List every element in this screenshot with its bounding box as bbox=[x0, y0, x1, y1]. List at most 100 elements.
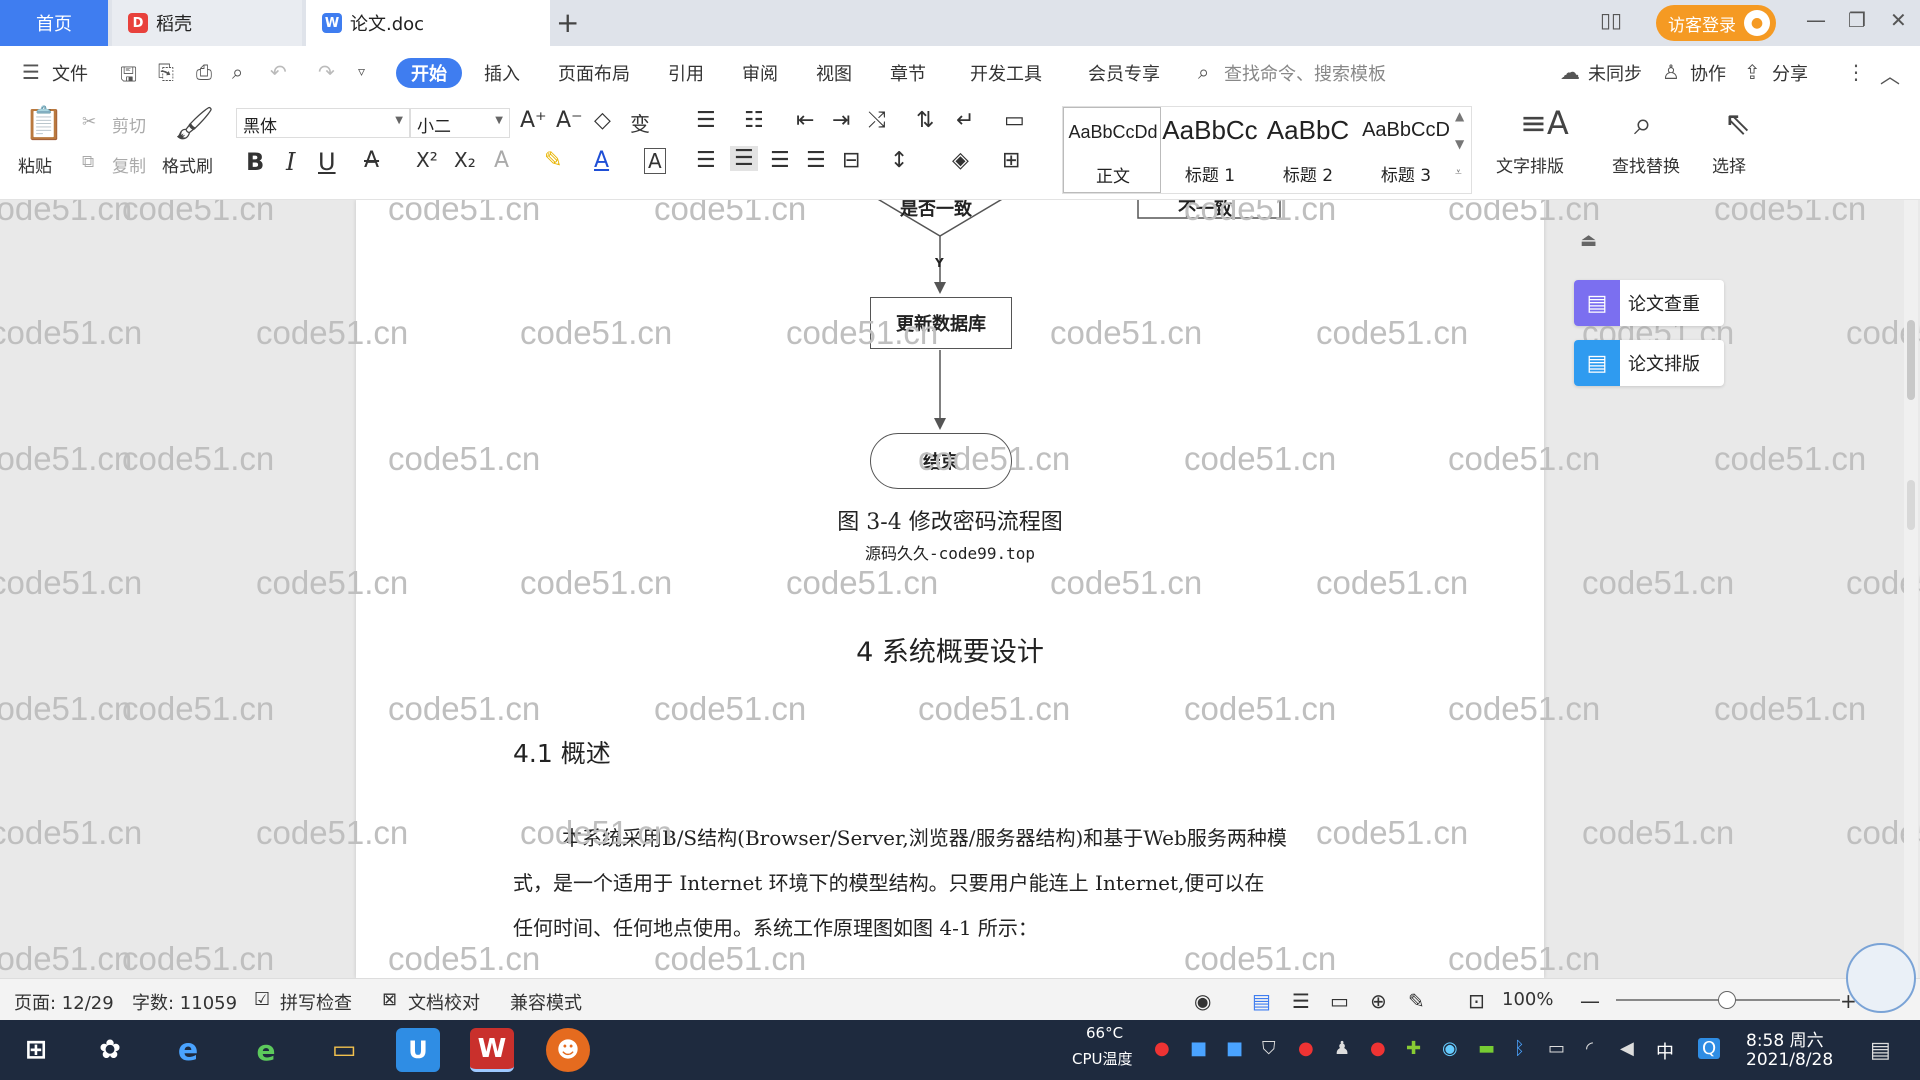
text-effect-icon[interactable]: A bbox=[494, 148, 509, 173]
scrollbar-thumb[interactable] bbox=[1907, 320, 1915, 400]
tray-app-icon[interactable]: ■ bbox=[1190, 1038, 1207, 1059]
font-size-select[interactable]: 小二 ▼ bbox=[410, 108, 510, 138]
align-center-icon[interactable]: ☰ bbox=[730, 146, 758, 171]
web-view-icon[interactable]: ⊕ bbox=[1370, 989, 1387, 1013]
menu-references[interactable]: 引用 bbox=[668, 60, 704, 86]
qq-icon[interactable]: ♟ bbox=[1334, 1038, 1350, 1059]
collapse-ribbon-icon[interactable]: ︿ bbox=[1880, 60, 1900, 89]
tray-app-icon[interactable]: ◉ bbox=[1442, 1038, 1458, 1059]
eye-protection-icon[interactable]: ◉ bbox=[1194, 989, 1211, 1013]
phonetic-icon[interactable]: 变 bbox=[630, 108, 650, 137]
zoom-slider[interactable] bbox=[1616, 991, 1840, 1009]
paper-check-button[interactable]: ▤ 论文查重 bbox=[1574, 280, 1724, 326]
save-icon[interactable]: 🖫 bbox=[120, 60, 137, 94]
style-normal[interactable]: AaBbCcDd 正文 bbox=[1063, 107, 1161, 193]
file-explorer-icon[interactable]: ▭ bbox=[322, 1028, 366, 1072]
menu-member[interactable]: 会员专享 bbox=[1088, 60, 1160, 86]
menu-insert[interactable]: 插入 bbox=[484, 60, 520, 86]
select-button[interactable]: 选择 bbox=[1712, 152, 1746, 177]
menu-file[interactable]: 文件 bbox=[52, 60, 88, 86]
superscript-icon[interactable]: X² bbox=[416, 148, 438, 172]
bold-icon[interactable]: B bbox=[246, 148, 264, 176]
wifi-icon[interactable]: ◜ bbox=[1586, 1038, 1593, 1059]
fit-page-icon[interactable]: ⊡ bbox=[1468, 989, 1485, 1013]
add-tab-icon[interactable]: + bbox=[556, 6, 579, 39]
decrease-indent-icon[interactable]: ⇤ bbox=[796, 108, 814, 133]
ie-browser-icon[interactable]: e bbox=[166, 1028, 210, 1072]
restore-icon[interactable]: ❐ bbox=[1848, 8, 1866, 32]
line-break-icon[interactable]: ↵ bbox=[956, 108, 974, 133]
search-app-icon[interactable]: Q bbox=[1698, 1038, 1721, 1059]
document-page[interactable]: 是否一致 不一致 Y 更新数据库 结束 图 3-4 修改密码流程图 源码久久-c… bbox=[356, 200, 1544, 978]
menu-page-layout[interactable]: 页面布局 bbox=[558, 60, 630, 86]
assistant-avatar[interactable] bbox=[1846, 943, 1916, 1013]
ruler-icon[interactable]: ▭ bbox=[1004, 108, 1025, 133]
text-layout-icon[interactable]: ≡A bbox=[1520, 104, 1569, 142]
underline-icon[interactable]: U bbox=[318, 148, 336, 176]
sort-icon[interactable]: ⇅ bbox=[916, 108, 934, 133]
layout-toggle-icon[interactable]: ▯▯ bbox=[1600, 8, 1622, 32]
zoom-slider-thumb[interactable] bbox=[1718, 991, 1736, 1009]
panel-collapse-icon[interactable]: ⏏ bbox=[1580, 230, 1597, 251]
strikethrough-icon[interactable]: A bbox=[364, 148, 379, 173]
find-replace-button[interactable]: 查找替换 bbox=[1612, 152, 1680, 177]
preview-icon[interactable]: ⌕ bbox=[232, 60, 243, 84]
font-color-icon[interactable]: A bbox=[594, 148, 609, 173]
line-spacing-icon[interactable]: ↕ bbox=[890, 148, 908, 173]
tab-home[interactable]: 首页 bbox=[0, 0, 108, 46]
gallery-up-icon[interactable]: ▲ bbox=[1455, 109, 1464, 123]
more-icon[interactable]: ⋮ bbox=[1846, 60, 1866, 84]
style-heading-2[interactable]: AaBbC 标题 2 bbox=[1259, 107, 1357, 193]
bluetooth-icon[interactable]: ᛒ bbox=[1514, 1038, 1525, 1059]
zoom-level[interactable]: 100% bbox=[1502, 989, 1553, 1010]
cut-button[interactable]: 剪切 bbox=[112, 112, 146, 137]
copy-button[interactable]: 复制 bbox=[112, 152, 146, 177]
outline-view-icon[interactable]: ☰ bbox=[1292, 989, 1310, 1013]
notification-icon[interactable]: ▤ bbox=[1870, 1038, 1891, 1063]
gallery-down-icon[interactable]: ▼ bbox=[1455, 137, 1464, 151]
char-border-icon[interactable]: A bbox=[644, 148, 666, 174]
nvidia-icon[interactable]: ▬ bbox=[1478, 1038, 1495, 1059]
paper-layout-button[interactable]: ▤ 论文排版 bbox=[1574, 340, 1724, 386]
subscript-icon[interactable]: X₂ bbox=[454, 148, 476, 172]
quick-access-dropdown-icon[interactable]: ▿ bbox=[358, 64, 365, 80]
paste-icon[interactable]: 📋 bbox=[24, 104, 64, 142]
reading-view-icon[interactable]: ▭ bbox=[1330, 989, 1349, 1013]
battery-icon[interactable]: ▭ bbox=[1548, 1038, 1565, 1059]
format-painter-button[interactable]: 格式刷 bbox=[162, 152, 213, 177]
menu-review[interactable]: 审阅 bbox=[742, 60, 778, 86]
undo-icon[interactable]: ↶ bbox=[270, 60, 287, 84]
menu-chapter[interactable]: 章节 bbox=[890, 60, 926, 86]
align-right-icon[interactable]: ☰ bbox=[770, 148, 790, 173]
tab-document[interactable]: W 论文.doc bbox=[306, 0, 550, 46]
close-icon[interactable]: ✕ bbox=[1890, 8, 1907, 32]
font-name-select[interactable]: 黑体 ▼ bbox=[236, 108, 410, 138]
shrink-font-icon[interactable]: A⁻ bbox=[556, 108, 583, 133]
style-heading-3[interactable]: AaBbCcD 标题 3 bbox=[1357, 107, 1455, 193]
redo-icon[interactable]: ↷ bbox=[318, 60, 335, 84]
tray-app-icon[interactable]: ■ bbox=[1226, 1038, 1243, 1059]
menu-dev-tools[interactable]: 开发工具 bbox=[970, 60, 1042, 86]
tray-app-icon[interactable]: ● bbox=[1298, 1038, 1314, 1059]
style-heading-1[interactable]: AaBbCc 标题 1 bbox=[1161, 107, 1259, 193]
command-search-input[interactable]: 查找命令、搜索模板 bbox=[1224, 60, 1386, 86]
print-icon[interactable]: ⎙ bbox=[196, 60, 212, 84]
borders-icon[interactable]: ⊞ bbox=[1002, 148, 1020, 173]
shading-icon[interactable]: ◈ bbox=[952, 148, 969, 173]
pen-icon[interactable]: ✎ bbox=[1408, 989, 1425, 1013]
text-direction-icon[interactable]: ⤭ bbox=[868, 108, 886, 133]
browser-360-icon[interactable]: e bbox=[244, 1028, 288, 1072]
increase-indent-icon[interactable]: ⇥ bbox=[832, 108, 850, 133]
align-left-icon[interactable]: ☰ bbox=[696, 148, 716, 173]
select-cursor-icon[interactable]: ⇖ bbox=[1724, 104, 1751, 142]
menu-view[interactable]: 视图 bbox=[816, 60, 852, 86]
minimize-icon[interactable]: — bbox=[1806, 8, 1826, 32]
word-count[interactable]: 字数: 11059 bbox=[132, 989, 237, 1015]
tray-app-icon[interactable]: ✚ bbox=[1406, 1038, 1421, 1059]
menu-home[interactable]: 开始 bbox=[396, 58, 462, 88]
tab-daoke[interactable]: D 稻壳 bbox=[112, 0, 302, 46]
justify-icon[interactable]: ☰ bbox=[806, 148, 826, 173]
wps-office-icon[interactable]: W bbox=[470, 1028, 514, 1072]
ime-indicator[interactable]: 中 bbox=[1656, 1038, 1674, 1064]
export-icon[interactable]: ⎘ bbox=[158, 60, 174, 84]
